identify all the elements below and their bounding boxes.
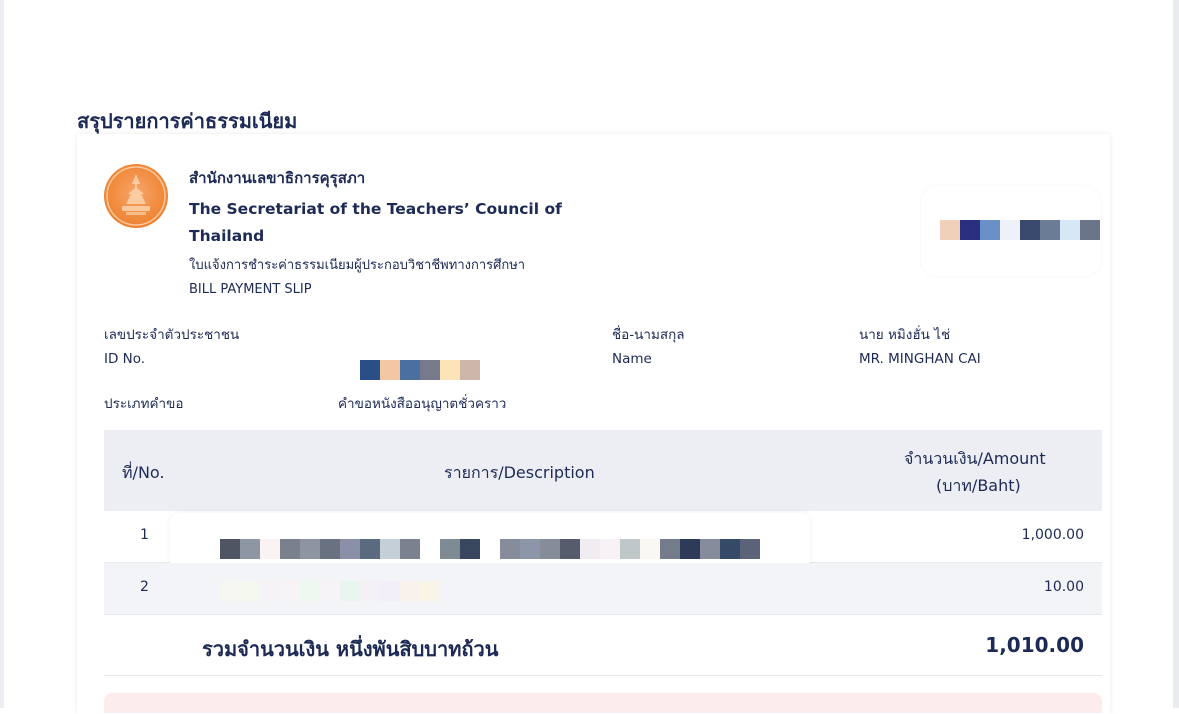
fee-table-header: ที่/No. รายการ/Description จำนวนเงิน/Amo…: [104, 430, 1102, 511]
name-value-english: MR. MINGHAN CAI: [859, 351, 981, 367]
redacted-id-number: [360, 360, 480, 380]
name-label-thai: ชื่อ-นามสกุล: [612, 327, 685, 343]
slip-title-english: BILL PAYMENT SLIP: [189, 282, 312, 297]
redacted-reference-value: [940, 220, 1100, 240]
column-header-no: ที่/No.: [122, 463, 165, 482]
column-header-description: รายการ/Description: [444, 463, 595, 482]
total-label: รวมจำนวนเงิน หนึ่งพันสิบบาทถ้วน: [202, 637, 499, 661]
row-number: 2: [140, 579, 149, 595]
org-name-thai: สำนักงานเลขาธิการคุรุสภา: [189, 169, 366, 187]
table-row: 2 10.00: [104, 563, 1102, 615]
column-header-amount-unit: (บาท/Baht): [936, 476, 1021, 495]
total-amount: 1,010.00: [985, 633, 1084, 657]
request-type-label: ประเภทคำขอ: [104, 396, 184, 412]
teachers-council-seal-icon: [104, 164, 168, 228]
window-frame-left: [0, 0, 4, 708]
window-frame-right: [1173, 0, 1179, 708]
request-type-value: คำขอหนังสืออนุญาตชั่วคราว: [338, 396, 507, 412]
redacted-description: [220, 539, 760, 559]
slip-title-thai: ใบแจ้งการชำระค่าธรรมเนียมผู้ประกอบวิชาชี…: [189, 258, 526, 273]
org-name-english: The Secretariat of the Teachers’ Council…: [189, 200, 562, 245]
table-row: 1 1,000.00: [104, 511, 1102, 571]
redacted-description: [220, 581, 440, 601]
column-header-amount: จำนวนเงิน/Amount: [904, 449, 1046, 468]
alert-banner: [104, 693, 1102, 713]
id-label-english: ID No.: [104, 351, 146, 367]
id-label-thai: เลขประจำตัวประชาชน: [104, 327, 240, 343]
row-number: 1: [140, 527, 149, 543]
page-title: สรุปรายการค่าธรรมเนียม: [77, 109, 298, 133]
row-amount: 1,000.00: [1021, 527, 1084, 543]
row-amount: 10.00: [1043, 579, 1084, 595]
fee-table: ที่/No. รายการ/Description จำนวนเงิน/Amo…: [104, 430, 1102, 676]
name-label-english: Name: [612, 351, 652, 367]
total-row: รวมจำนวนเงิน หนึ่งพันสิบบาทถ้วน 1,010.00: [104, 615, 1102, 676]
name-value-thai: นาย หมิงฮั่น ไช่: [859, 327, 951, 343]
